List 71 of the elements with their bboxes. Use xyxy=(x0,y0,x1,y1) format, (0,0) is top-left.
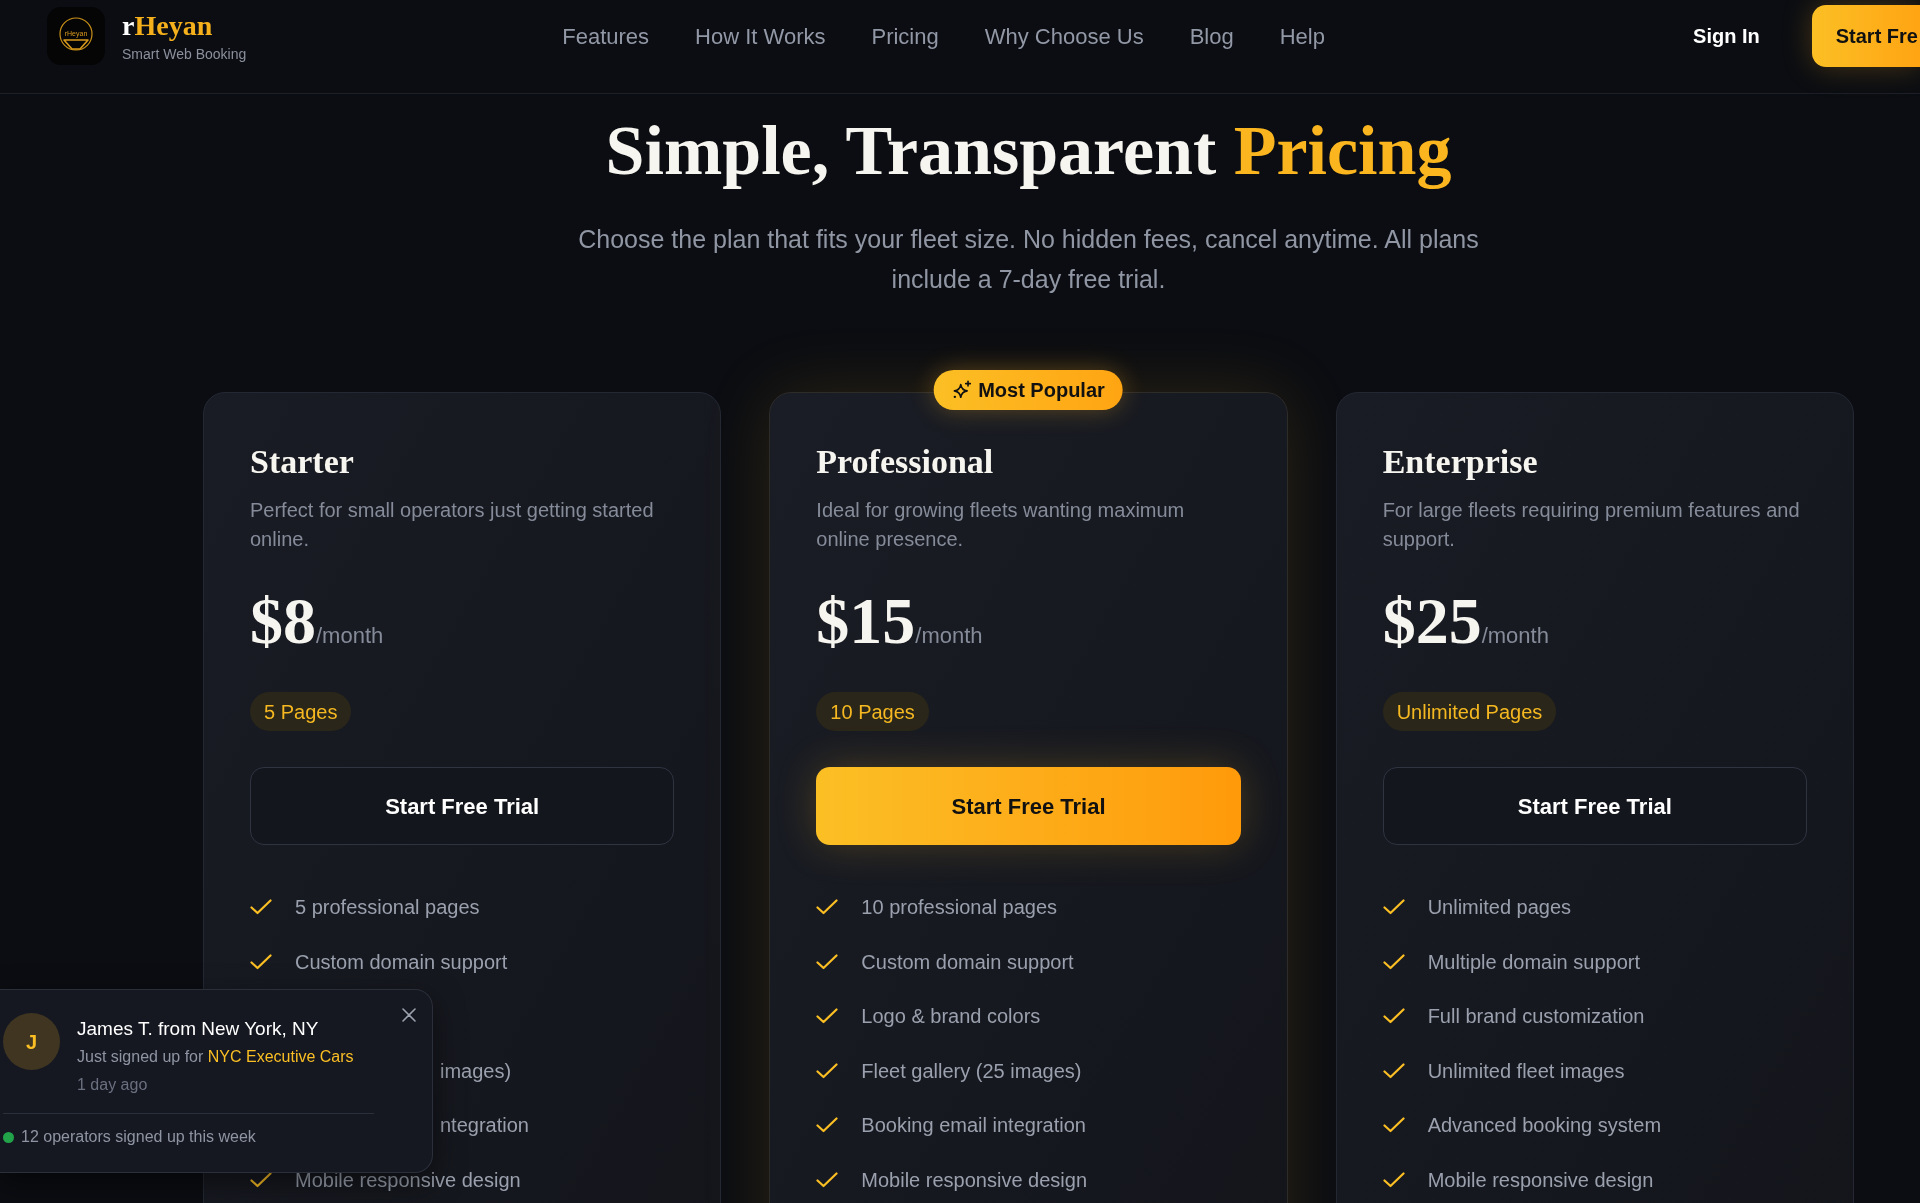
feature-text: Full brand customization xyxy=(1427,1004,1645,1030)
feature-text: Mobile responsive design xyxy=(861,1167,1087,1193)
feature-text: Advanced booking system xyxy=(1427,1113,1662,1139)
page-count-badge: Unlimited Pages xyxy=(1382,692,1557,731)
popular-label: Most Popular xyxy=(978,378,1105,403)
close-button[interactable] xyxy=(401,1007,417,1023)
check-icon xyxy=(1382,1171,1405,1188)
nav-link[interactable]: Pricing xyxy=(871,19,939,53)
feature-text: Custom domain support xyxy=(295,949,508,975)
check-icon xyxy=(1382,1117,1405,1134)
nav-link[interactable]: Features xyxy=(562,19,650,53)
page-count-badge: 5 Pages xyxy=(250,692,352,731)
trial-button[interactable]: Start Free Trial xyxy=(1382,767,1807,845)
plan-description: Perfect for small operators just getting started online. xyxy=(250,498,655,552)
sparkles-icon xyxy=(952,380,973,400)
plan-description: Ideal for growing fleets wanting maximum online presence. xyxy=(816,498,1186,552)
toast-footer: 12 operators signed up this week xyxy=(21,1125,256,1149)
feature-text: 5 professional pages xyxy=(295,895,480,921)
toast-time: 1 day ago xyxy=(77,1075,149,1095)
nav-link[interactable]: Blog xyxy=(1189,19,1234,53)
plan-price: $25 xyxy=(1382,588,1482,654)
feature-text: ntegration xyxy=(440,1113,529,1139)
plan-price: $15 xyxy=(816,588,916,654)
nav-link[interactable]: How It Works xyxy=(695,19,826,53)
feature-text: Unlimited pages xyxy=(1427,895,1572,921)
plan-name: Professional xyxy=(816,442,995,482)
check-icon xyxy=(816,1062,839,1079)
sign-in-link[interactable]: Sign In xyxy=(1693,21,1760,51)
toast-message: Just signed up for NYC Executive Cars xyxy=(77,1047,354,1067)
feature-text: Logo & brand colors xyxy=(861,1004,1041,1030)
check-icon xyxy=(816,1171,839,1188)
check-icon xyxy=(1382,953,1405,970)
plan-name: Starter xyxy=(250,442,355,482)
feature-text: Booking email integration xyxy=(861,1113,1086,1139)
feature-text: Mobile responsive design xyxy=(1427,1167,1654,1193)
price-period: /month xyxy=(915,623,983,650)
check-icon xyxy=(1382,1062,1405,1079)
check-icon xyxy=(816,953,839,970)
avatar: J xyxy=(3,1013,60,1070)
plan-price: $8 xyxy=(250,588,316,654)
page-subtitle: Choose the plan that fits your fleet size. No hidden fees, cancel anytime. All plans include a 7-day free trial. xyxy=(577,224,1480,295)
feature-text: Mobile responsive design xyxy=(295,1167,521,1193)
feature-text: Multiple domain support xyxy=(1427,949,1640,975)
check-icon xyxy=(250,1171,272,1188)
check-icon xyxy=(1382,899,1405,916)
nav-link[interactable]: Help xyxy=(1279,19,1325,53)
plan-name: Enterprise xyxy=(1382,442,1539,482)
plan-description: For large fleets requiring premium features and support. xyxy=(1382,498,1801,552)
page-title: Simple, Transparent Pricing xyxy=(604,111,1453,191)
check-icon xyxy=(250,899,272,916)
feature-text: 10 professional pages xyxy=(861,895,1058,921)
feature-text: images) xyxy=(440,1058,512,1084)
feature-text: Unlimited fleet images xyxy=(1427,1058,1625,1084)
trial-button[interactable]: Start Free Trial xyxy=(250,767,675,845)
brand-name: rHeyan xyxy=(122,9,214,42)
price-period: /month xyxy=(316,623,384,650)
toast-title: James T. from New York, NY xyxy=(77,1017,320,1041)
price-period: /month xyxy=(1481,623,1549,650)
check-icon xyxy=(250,953,272,970)
brand-tagline: Smart Web Booking xyxy=(122,44,247,63)
check-icon xyxy=(816,1008,839,1025)
feature-text: Custom domain support xyxy=(861,949,1074,975)
trial-button[interactable]: Start Free Trial xyxy=(816,767,1241,845)
start-trial-button[interactable]: Start Fre xyxy=(1811,5,1920,67)
close-icon xyxy=(402,1008,416,1022)
page-count-badge: 10 Pages xyxy=(816,692,929,731)
check-icon xyxy=(1382,1008,1405,1025)
feature-text: Fleet gallery (25 images) xyxy=(861,1058,1082,1084)
check-icon xyxy=(816,899,839,916)
check-icon xyxy=(816,1117,839,1134)
nav-link[interactable]: Why Choose Us xyxy=(984,19,1144,53)
